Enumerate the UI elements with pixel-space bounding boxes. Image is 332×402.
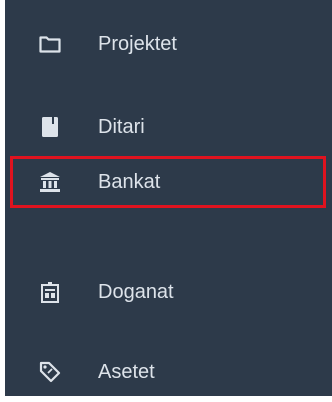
- sidebar-item-projektet[interactable]: Projektet: [5, 14, 332, 74]
- sidebar-item-label: Projektet: [98, 32, 177, 55]
- sidebar-item-label: Ditari: [98, 115, 145, 138]
- folder-icon: [38, 32, 62, 56]
- sidebar-item-label: Bankat: [98, 170, 161, 193]
- sidebar-nav: Projektet Ditari Bankat Doganat Asetet: [5, 0, 332, 396]
- tag-icon: [38, 360, 62, 384]
- bank-icon: [38, 170, 62, 194]
- customs-building-icon: [38, 280, 62, 304]
- sidebar-item-ditari[interactable]: Ditari: [5, 97, 332, 157]
- sidebar-item-bankat[interactable]: Bankat: [5, 152, 332, 212]
- sidebar-item-label: Doganat: [98, 280, 174, 303]
- sidebar-item-doganat[interactable]: Doganat: [5, 262, 332, 322]
- sidebar-item-label: Asetet: [98, 360, 155, 383]
- book-icon: [38, 115, 62, 139]
- sidebar-item-asetet[interactable]: Asetet: [5, 342, 332, 402]
